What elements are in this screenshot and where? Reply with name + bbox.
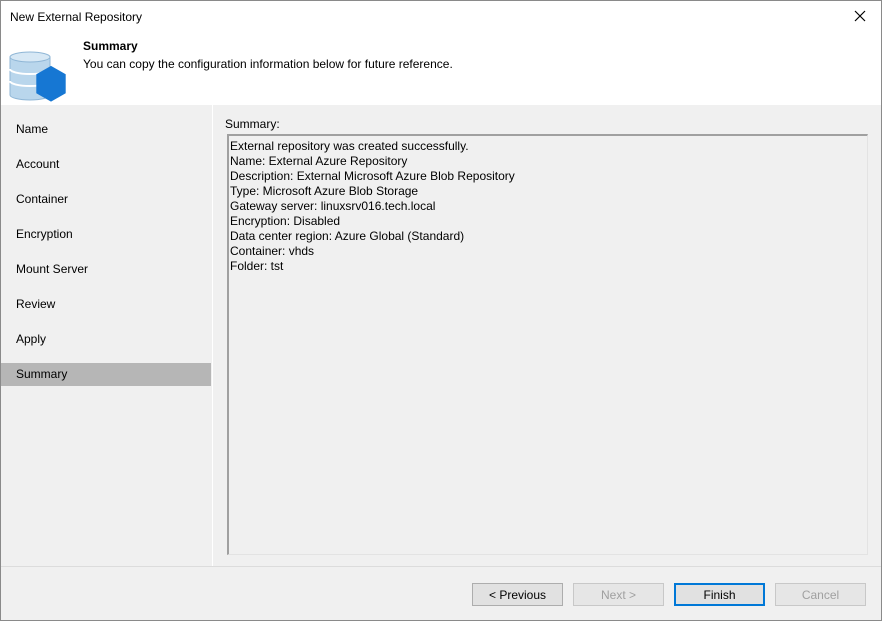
page-title: Summary xyxy=(83,39,138,53)
wizard-footer: < Previous Next > Finish Cancel xyxy=(1,566,881,620)
cancel-button[interactable]: Cancel xyxy=(775,583,866,606)
summary-line: Container: vhds xyxy=(230,244,315,258)
previous-button[interactable]: < Previous xyxy=(472,583,563,606)
title-bar: New External Repository xyxy=(1,1,881,31)
nav-item-summary[interactable]: Summary xyxy=(1,363,211,386)
summary-label: Summary: xyxy=(225,117,280,131)
wizard-steps-nav: Name Account Container Encryption Mount … xyxy=(1,105,212,566)
summary-line: Folder: tst xyxy=(230,259,284,273)
nav-item-mount-server[interactable]: Mount Server xyxy=(1,258,211,281)
page-description: You can copy the configuration informati… xyxy=(83,57,453,71)
summary-line: Encryption: Disabled xyxy=(230,214,341,228)
wizard-window: New External Repository Summary You can … xyxy=(0,0,882,621)
summary-line: Gateway server: linuxsrv016.tech.local xyxy=(230,199,436,213)
nav-item-container[interactable]: Container xyxy=(1,188,211,211)
nav-item-name[interactable]: Name xyxy=(1,118,211,141)
summary-line: Data center region: Azure Global (Standa… xyxy=(230,229,465,243)
summary-textbox[interactable]: External repository was created successf… xyxy=(227,134,868,555)
summary-line: Type: Microsoft Azure Blob Storage xyxy=(230,184,419,198)
summary-line: Description: External Microsoft Azure Bl… xyxy=(230,169,515,183)
nav-item-encryption[interactable]: Encryption xyxy=(1,223,211,246)
close-icon xyxy=(854,10,866,22)
next-button[interactable]: Next > xyxy=(573,583,664,606)
nav-item-review[interactable]: Review xyxy=(1,293,211,316)
summary-panel: Summary: External repository was created… xyxy=(213,105,881,566)
nav-item-account[interactable]: Account xyxy=(1,153,211,176)
wizard-content: Name Account Container Encryption Mount … xyxy=(1,105,881,566)
finish-button[interactable]: Finish xyxy=(674,583,765,606)
nav-item-apply[interactable]: Apply xyxy=(1,328,211,351)
window-title: New External Repository xyxy=(10,10,143,24)
close-button[interactable] xyxy=(845,3,875,29)
database-hexagon-icon xyxy=(9,51,66,102)
summary-line: Name: External Azure Repository xyxy=(230,154,408,168)
summary-line: External repository was created successf… xyxy=(230,139,469,153)
wizard-header: Summary You can copy the configuration i… xyxy=(1,31,881,105)
